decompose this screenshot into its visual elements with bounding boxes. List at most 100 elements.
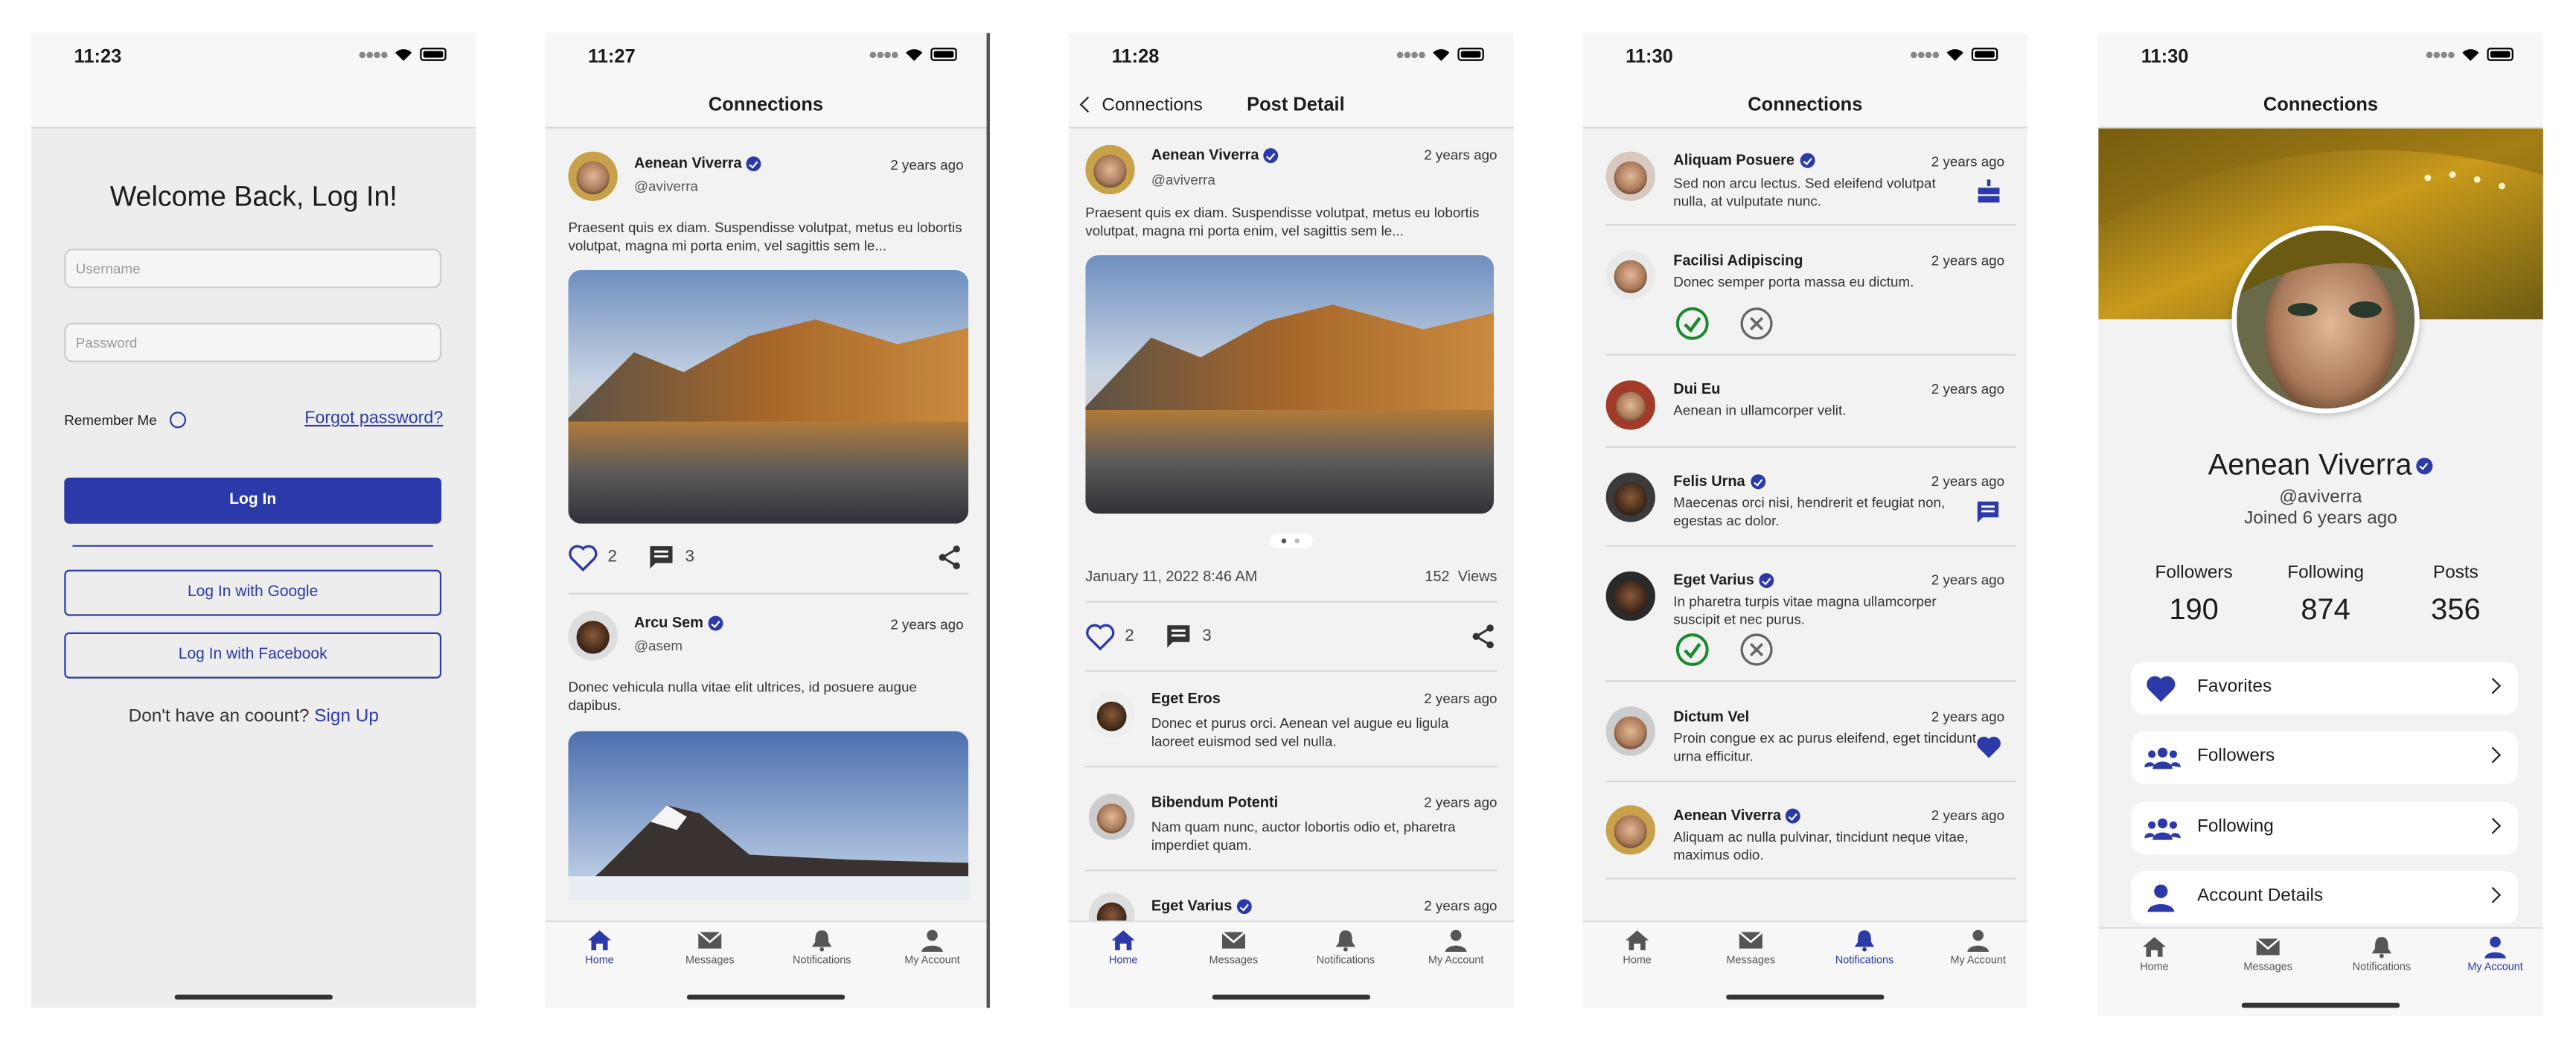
stat-posts[interactable]: Posts 356: [2398, 563, 2513, 627]
tab-messages[interactable]: Messages: [1701, 929, 1800, 967]
comment-count: 3: [1202, 627, 1212, 646]
avatar[interactable]: [1088, 793, 1135, 840]
avatar[interactable]: [1085, 144, 1135, 195]
stat-following[interactable]: Following 874: [2268, 563, 2383, 627]
tab-messages[interactable]: Messages: [1184, 929, 1283, 967]
verified-icon: [747, 156, 762, 172]
comment-author[interactable]: Bibendum Potenti: [1151, 794, 1278, 810]
bell-icon: [1854, 930, 1875, 952]
back-button[interactable]: Connections: [1079, 83, 1203, 129]
stat-label: Followers: [2155, 563, 2233, 583]
avatar[interactable]: [1605, 151, 1655, 201]
forgot-password-link[interactable]: Forgot password?: [304, 409, 443, 429]
notif-name[interactable]: Aliquam Posuere: [1673, 152, 1794, 168]
login-button[interactable]: Log In: [64, 477, 442, 524]
no-account-text: Don't have an coount?: [128, 706, 310, 726]
like-count: 2: [607, 548, 617, 567]
comment-author[interactable]: Eget Eros: [1151, 690, 1221, 706]
password-field[interactable]: Password: [64, 322, 442, 362]
views-count: 152: [1425, 568, 1450, 585]
tab-notifications[interactable]: Notifications: [2332, 935, 2431, 973]
notif-name[interactable]: Dui Eu: [1673, 380, 1720, 397]
nav-title: Connections: [545, 82, 987, 129]
menu-label: Account Details: [2197, 886, 2324, 906]
mail-icon: [1738, 931, 1763, 949]
signup-prompt: Don't have an coount? Sign Up: [31, 706, 476, 726]
signal-icon: ●●●●: [357, 45, 389, 63]
facebook-login-button[interactable]: Log In with Facebook: [64, 632, 442, 679]
tab-notifications[interactable]: Notifications: [1815, 929, 1914, 967]
avatar[interactable]: [1605, 250, 1655, 300]
notif-name[interactable]: Felis Urna: [1673, 473, 1745, 489]
google-login-button[interactable]: Log In with Google: [64, 569, 442, 616]
stat-followers[interactable]: Followers 190: [2136, 563, 2251, 627]
profile-avatar[interactable]: [2231, 225, 2420, 414]
notif-text: Proin congue ex ac purus eleifend, eget …: [1673, 729, 1977, 764]
menu-label: Followers: [2197, 746, 2275, 766]
like-icon[interactable]: [1085, 622, 1115, 651]
remember-me-radio[interactable]: [169, 412, 187, 429]
notif-name[interactable]: Facilisi Adipiscing: [1673, 252, 1803, 269]
home-icon: [2142, 937, 2166, 957]
post-author[interactable]: Aenean Viverra: [1151, 147, 1259, 163]
tab-notifications[interactable]: Notifications: [773, 929, 872, 967]
home-indicator: [686, 994, 846, 1000]
verified-icon: [1786, 808, 1801, 824]
tab-home[interactable]: Home: [1588, 929, 1687, 967]
notif-name[interactable]: Dictum Vel: [1673, 708, 1749, 725]
share-icon[interactable]: [1469, 622, 1498, 650]
tab-messages[interactable]: Messages: [660, 929, 759, 967]
notif-time: 2 years ago: [1931, 708, 2005, 725]
notif-name[interactable]: Aenean Viverra: [1673, 807, 1781, 823]
post-author[interactable]: Aenean Viverra: [634, 155, 742, 171]
tab-home[interactable]: Home: [1074, 929, 1173, 967]
post-image[interactable]: [1085, 255, 1495, 514]
decline-icon[interactable]: [1739, 307, 1774, 341]
accept-icon[interactable]: [1675, 307, 1710, 341]
avatar[interactable]: [1605, 706, 1655, 756]
menu-favorites[interactable]: Favorites: [2131, 662, 2519, 715]
avatar[interactable]: [1605, 571, 1655, 621]
carousel-dots[interactable]: [1270, 533, 1313, 548]
avatar[interactable]: [568, 610, 618, 661]
avatar[interactable]: [1605, 473, 1655, 522]
person-icon: [1967, 929, 1989, 953]
signup-link[interactable]: Sign Up: [314, 706, 379, 726]
chevron-right-icon: [2484, 746, 2502, 764]
post-image[interactable]: [568, 731, 969, 900]
tab-my-account[interactable]: My Account: [883, 929, 982, 967]
tab-home[interactable]: Home: [550, 929, 649, 967]
avatar[interactable]: [1605, 805, 1655, 855]
status-bar: 11:27 ●●●●: [545, 33, 987, 83]
post-image[interactable]: [568, 269, 969, 524]
tab-messages[interactable]: Messages: [2219, 935, 2318, 973]
tab-my-account[interactable]: My Account: [1407, 929, 1506, 967]
decline-icon[interactable]: [1739, 633, 1774, 667]
tab-notifications[interactable]: Notifications: [1297, 929, 1396, 967]
post-author[interactable]: Arcu Sem: [634, 614, 703, 630]
avatar[interactable]: [568, 151, 618, 201]
tab-my-account[interactable]: My Account: [2446, 935, 2543, 973]
share-icon[interactable]: [936, 543, 964, 572]
comment-icon[interactable]: [648, 543, 676, 572]
avatar[interactable]: [1605, 380, 1655, 430]
menu-following[interactable]: Following: [2131, 801, 2519, 855]
comment-author[interactable]: Eget Varius: [1151, 897, 1233, 914]
stat-value: 356: [2431, 592, 2481, 626]
divider: [1085, 765, 1498, 768]
post-text: Praesent quis ex diam. Suspendisse volut…: [1085, 204, 1480, 238]
menu-account-details[interactable]: Account Details: [2131, 871, 2519, 924]
username-field[interactable]: Username: [64, 249, 442, 289]
accept-icon[interactable]: [1675, 633, 1710, 667]
battery-icon: [420, 48, 447, 61]
like-icon[interactable]: [568, 543, 598, 572]
tab-my-account[interactable]: My Account: [1928, 929, 2027, 967]
post-handle: @aviverra: [1151, 171, 1215, 188]
comment-icon[interactable]: [1165, 622, 1193, 650]
menu-followers[interactable]: Followers: [2131, 731, 2519, 784]
tab-label: Notifications: [1316, 955, 1375, 967]
tab-home[interactable]: Home: [2105, 935, 2204, 973]
avatar[interactable]: [1088, 691, 1135, 738]
message-icon: [1977, 502, 1999, 523]
notif-name[interactable]: Eget Varius: [1673, 572, 1754, 588]
